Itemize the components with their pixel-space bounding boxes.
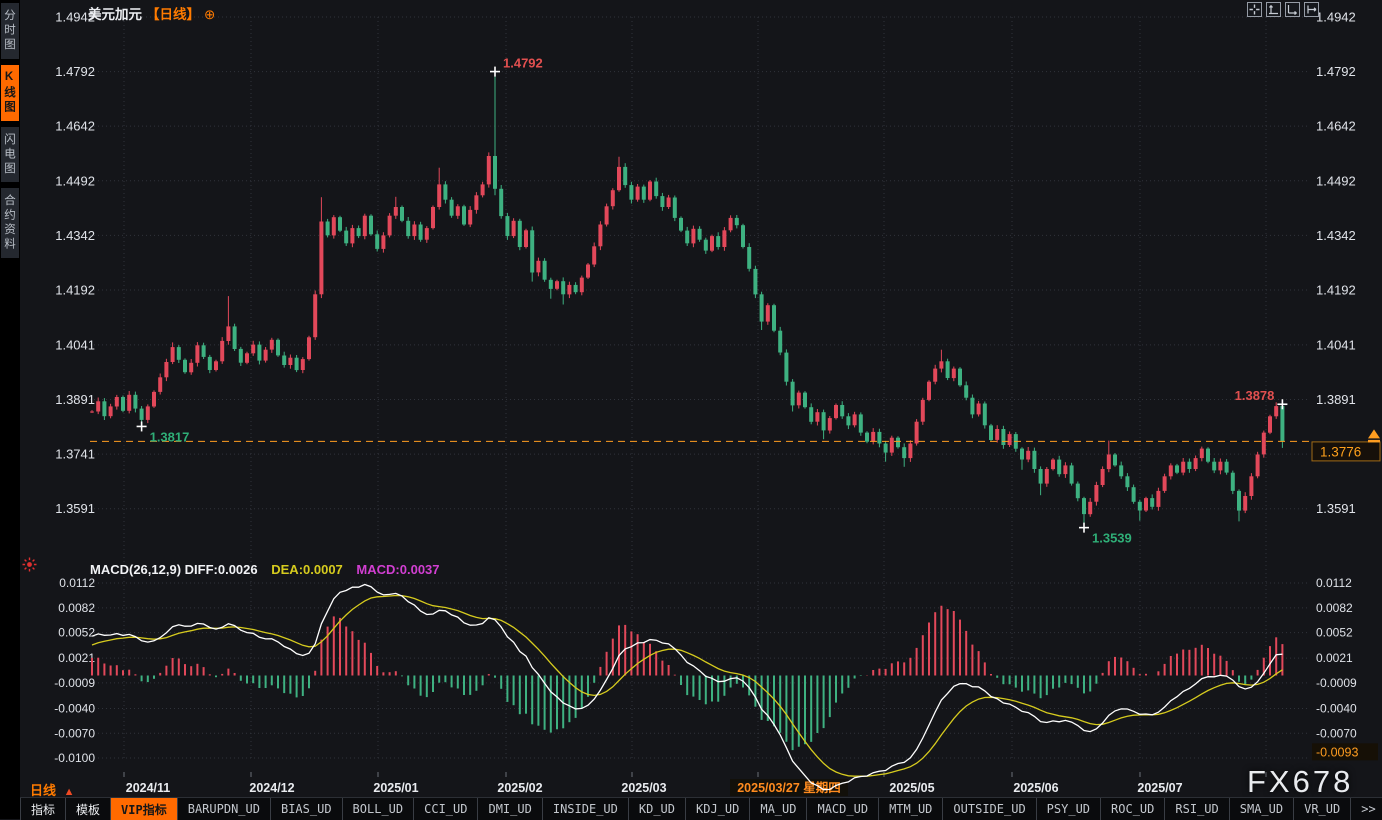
svg-text:1.4792: 1.4792 [55,64,95,79]
svg-text:2025/07: 2025/07 [1137,781,1182,795]
svg-text:1.4642: 1.4642 [1316,119,1356,134]
bottom-tab[interactable]: INSIDE_UD [543,798,629,820]
bottom-tab[interactable]: ROC_UD [1101,798,1165,820]
y-axis-scale-icon[interactable] [1266,2,1281,17]
svg-text:1.3817: 1.3817 [150,429,190,444]
svg-text:0.0112: 0.0112 [59,576,95,590]
svg-text:1.4492: 1.4492 [55,173,95,188]
candlestick-macd-chart[interactable]: 1.49421.49421.47921.47921.46421.46421.44… [0,0,1382,819]
bottom-tab[interactable]: OUTSIDE_UD [943,798,1036,820]
fx678-watermark: FX678 [1247,764,1353,800]
svg-text:2025/01: 2025/01 [373,781,418,795]
bottom-tab[interactable]: BIAS_UD [271,798,343,820]
sidebar-item[interactable]: 闪电图 [1,127,19,183]
bottom-tab[interactable]: >> [1351,798,1382,820]
svg-text:1.4942: 1.4942 [1316,10,1356,25]
svg-text:1.4192: 1.4192 [55,282,95,297]
svg-text:1.3878: 1.3878 [1235,388,1275,403]
svg-text:1.4192: 1.4192 [1316,282,1356,297]
x-axis-scale-icon[interactable] [1285,2,1300,17]
bottom-tab[interactable]: MACD_UD [807,798,879,820]
bottom-tab[interactable]: KDJ_UD [686,798,750,820]
svg-text:1.4792: 1.4792 [1316,64,1356,79]
macd-macd-value: MACD:0.0037 [356,562,439,577]
sidebar-item[interactable]: K线图 [1,65,19,121]
svg-text:1.4792: 1.4792 [503,56,543,71]
macd-indicator-header: MACD(26,12,9) DIFF:0.0026 DEA:0.0007 MAC… [90,562,440,577]
chart-type-sidebar: 分时图 K线图闪电图合约资料 [0,0,20,819]
bottom-tab[interactable]: KD_UD [629,798,686,820]
svg-text:-0.0009: -0.0009 [54,676,95,690]
bottom-tab[interactable]: BOLL_UD [343,798,415,820]
svg-text:0.0021: 0.0021 [58,651,95,665]
svg-text:2025/05: 2025/05 [889,781,934,795]
bottom-tab[interactable]: MA_UD [750,798,807,820]
bottom-tab[interactable]: CCI_UD [414,798,478,820]
chart-header: 美元加元【日线】 ⊕ [88,3,215,23]
svg-text:1.3539: 1.3539 [1092,531,1132,546]
svg-text:-0.0100: -0.0100 [54,751,95,765]
macd-settings-icon[interactable] [21,556,38,578]
svg-text:2024/11: 2024/11 [126,781,171,795]
bottom-tab[interactable]: VIP指标 [111,798,178,820]
sidebar-item[interactable]: 分时图 [1,3,19,59]
bottom-tab[interactable]: PSY_UD [1037,798,1101,820]
bottom-tab[interactable]: DMI_UD [478,798,542,820]
svg-text:2025/06: 2025/06 [1013,781,1058,795]
svg-text:0.0021: 0.0021 [1316,651,1353,665]
svg-text:1.3891: 1.3891 [1316,392,1356,407]
svg-text:-0.0040: -0.0040 [1316,702,1357,716]
chart-toolbar [1247,2,1319,17]
svg-text:-0.0009: -0.0009 [1316,676,1357,690]
svg-text:0.0082: 0.0082 [58,601,95,615]
symbol-title: 美元加元 [88,7,142,22]
pan-right-icon[interactable] [1304,2,1319,17]
bottom-tab[interactable]: 模板 [66,798,111,820]
svg-text:0.0112: 0.0112 [1316,576,1352,590]
svg-text:1.4492: 1.4492 [1316,173,1356,188]
bottom-tab[interactable]: SMA_UD [1230,798,1294,820]
svg-text:-0.0070: -0.0070 [1316,726,1357,740]
add-indicator-icon[interactable]: ⊕ [204,7,215,22]
bottom-tab[interactable]: VR_UD [1294,798,1351,820]
macd-formula-diff-value: MACD(26,12,9) DIFF:0.0026 [90,562,258,577]
svg-text:1.3591: 1.3591 [55,501,95,516]
svg-text:-0.0040: -0.0040 [54,702,95,716]
sidebar-item[interactable]: 合约资料 [1,188,19,258]
svg-text:2024/12: 2024/12 [249,781,294,795]
svg-text:0.0052: 0.0052 [1316,626,1353,640]
svg-text:1.3891: 1.3891 [55,392,95,407]
svg-text:1.4041: 1.4041 [1316,337,1356,352]
macd-dea-value: DEA:0.0007 [271,562,343,577]
bottom-tab[interactable]: BARUPDN_UD [178,798,271,820]
bottom-tab[interactable]: RSI_UD [1165,798,1229,820]
svg-text:2025/03: 2025/03 [621,781,666,795]
bottom-tab[interactable]: MTM_UD [879,798,943,820]
svg-text:1.3591: 1.3591 [1316,501,1356,516]
svg-text:-0.0070: -0.0070 [54,726,95,740]
svg-text:1.3776: 1.3776 [1320,444,1361,459]
crosshair-icon[interactable] [1247,2,1262,17]
bottom-tab[interactable]: 指标 [20,798,66,820]
svg-text:2025/02: 2025/02 [497,781,542,795]
period-selector-label[interactable]: 日线 [30,783,56,798]
svg-text:2025/03/27 星期四: 2025/03/27 星期四 [737,780,841,795]
svg-text:0.0052: 0.0052 [58,626,95,640]
svg-text:1.4041: 1.4041 [55,337,95,352]
svg-text:1.3741: 1.3741 [55,447,95,462]
indicator-tab-bar: 指标模板VIP指标BARUPDN_UDBIAS_UDBOLL_UDCCI_UDD… [20,797,1382,820]
svg-text:1.4642: 1.4642 [55,119,95,134]
svg-text:-0.0093: -0.0093 [1316,745,1358,759]
svg-text:1.4342: 1.4342 [1316,228,1356,243]
period-tag: 【日线】 [146,7,200,22]
svg-text:0.0082: 0.0082 [1316,601,1353,615]
svg-text:1.4342: 1.4342 [55,228,95,243]
